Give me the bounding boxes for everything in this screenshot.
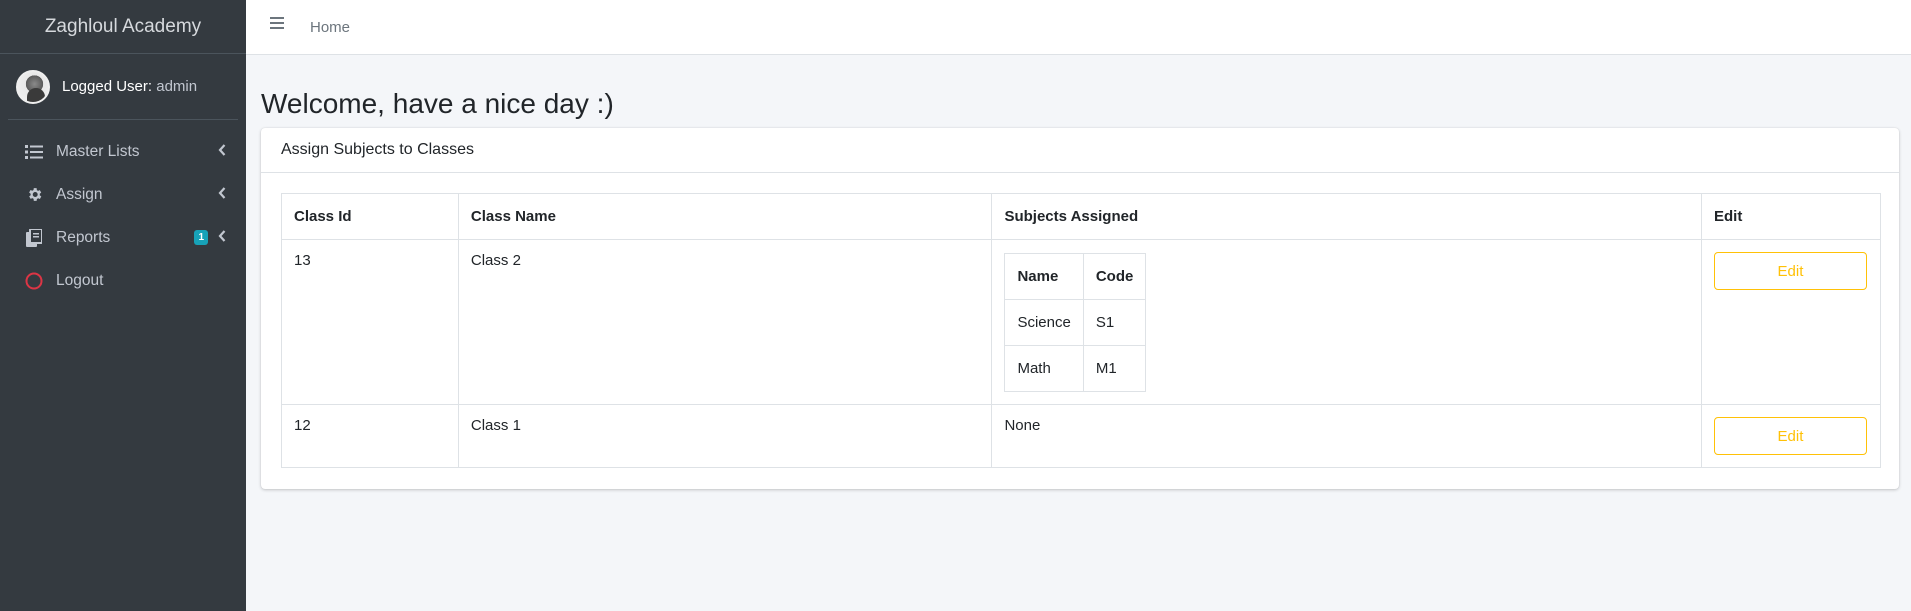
cell-subjects-assigned: Name Code Science S1 Math M1 <box>991 239 1702 405</box>
notification-badge: 1 <box>194 230 208 245</box>
edit-button[interactable]: Edit <box>1713 252 1867 290</box>
table-header-row: Class Id Class Name Subjects Assigned Ed… <box>281 193 1882 240</box>
sidebar-item-label: Assign <box>56 185 103 203</box>
home-link[interactable]: Home <box>310 19 350 36</box>
edit-button[interactable]: Edit <box>1713 417 1867 455</box>
main-content: Welcome, have a nice day :) Assign Subje… <box>246 55 1911 611</box>
column-header-edit: Edit <box>1700 193 1882 240</box>
page-title: Welcome, have a nice day :) <box>261 88 614 119</box>
copy-icon <box>24 228 44 248</box>
sidebar-item-reports[interactable]: Reports 1 <box>8 216 238 259</box>
list-icon <box>24 142 44 162</box>
sidebar-item-label: Logout <box>56 271 104 289</box>
subject-code: S1 <box>1082 299 1147 346</box>
cell-class-name: Class 1 <box>457 404 993 468</box>
brand-text: Zaghloul Academy <box>44 15 202 37</box>
circle-icon <box>24 271 44 291</box>
card-body: Class Id Class Name Subjects Assigned Ed… <box>261 173 1899 488</box>
subject-name: Science <box>1004 299 1084 346</box>
menu-toggle-icon[interactable] <box>270 17 288 31</box>
sidebar: Zaghloul Academy Logged User: admin Mast… <box>0 0 246 611</box>
classes-table: Class Id Class Name Subjects Assigned Ed… <box>281 193 1882 468</box>
sidebar-item-logout[interactable]: Logout <box>8 259 238 302</box>
avatar <box>16 69 50 104</box>
brand-link[interactable]: Zaghloul Academy <box>0 0 246 54</box>
subjects-header-row: Name Code <box>1004 253 1147 300</box>
cell-subjects-assigned: None <box>991 404 1702 468</box>
cell-edit: Edit <box>1700 239 1882 405</box>
cell-class-name: Class 2 <box>457 239 993 405</box>
column-header-class-name: Class Name <box>457 193 993 240</box>
subject-row: Science S1 <box>1004 299 1147 346</box>
cell-class-id: 13 <box>281 239 459 405</box>
logged-user-text: Logged User: admin <box>62 78 197 95</box>
table-row: 13 Class 2 Name Code Science S1 Math M1 … <box>281 239 1882 405</box>
chevron-left-icon <box>218 230 226 245</box>
subject-row: Math M1 <box>1004 345 1147 392</box>
top-navbar: Home <box>246 0 1911 55</box>
chevron-left-icon <box>218 187 226 202</box>
gear-icon <box>24 185 44 205</box>
sidebar-item-assign[interactable]: Assign <box>8 173 238 216</box>
subjects-header-name: Name <box>1004 253 1084 300</box>
table-row: 12 Class 1 None Edit <box>281 404 1882 468</box>
subject-code: M1 <box>1082 345 1147 392</box>
sidebar-item-label: Reports <box>56 228 111 246</box>
sidebar-nav: Master Lists Assign Reports 1 Logout <box>0 130 246 302</box>
column-header-class-id: Class Id <box>281 193 459 240</box>
cell-edit: Edit <box>1700 404 1882 468</box>
logged-user-label: Logged User: <box>62 78 153 95</box>
subjects-header-code: Code <box>1082 253 1147 300</box>
logged-user-name: admin <box>156 78 198 95</box>
card-header: Assign Subjects to Classes <box>261 128 1899 173</box>
sidebar-item-master-lists[interactable]: Master Lists <box>8 130 238 173</box>
chevron-left-icon <box>218 144 226 159</box>
subject-name: Math <box>1004 345 1084 392</box>
assign-subjects-card: Assign Subjects to Classes Class Id Clas… <box>261 128 1899 489</box>
user-panel: Logged User: admin <box>8 54 238 120</box>
column-header-subjects-assigned: Subjects Assigned <box>991 193 1702 240</box>
cell-class-id: 12 <box>281 404 459 468</box>
sidebar-item-label: Master Lists <box>56 142 140 160</box>
subjects-table: Name Code Science S1 Math M1 <box>1004 253 1147 392</box>
card-title: Assign Subjects to Classes <box>281 141 474 158</box>
